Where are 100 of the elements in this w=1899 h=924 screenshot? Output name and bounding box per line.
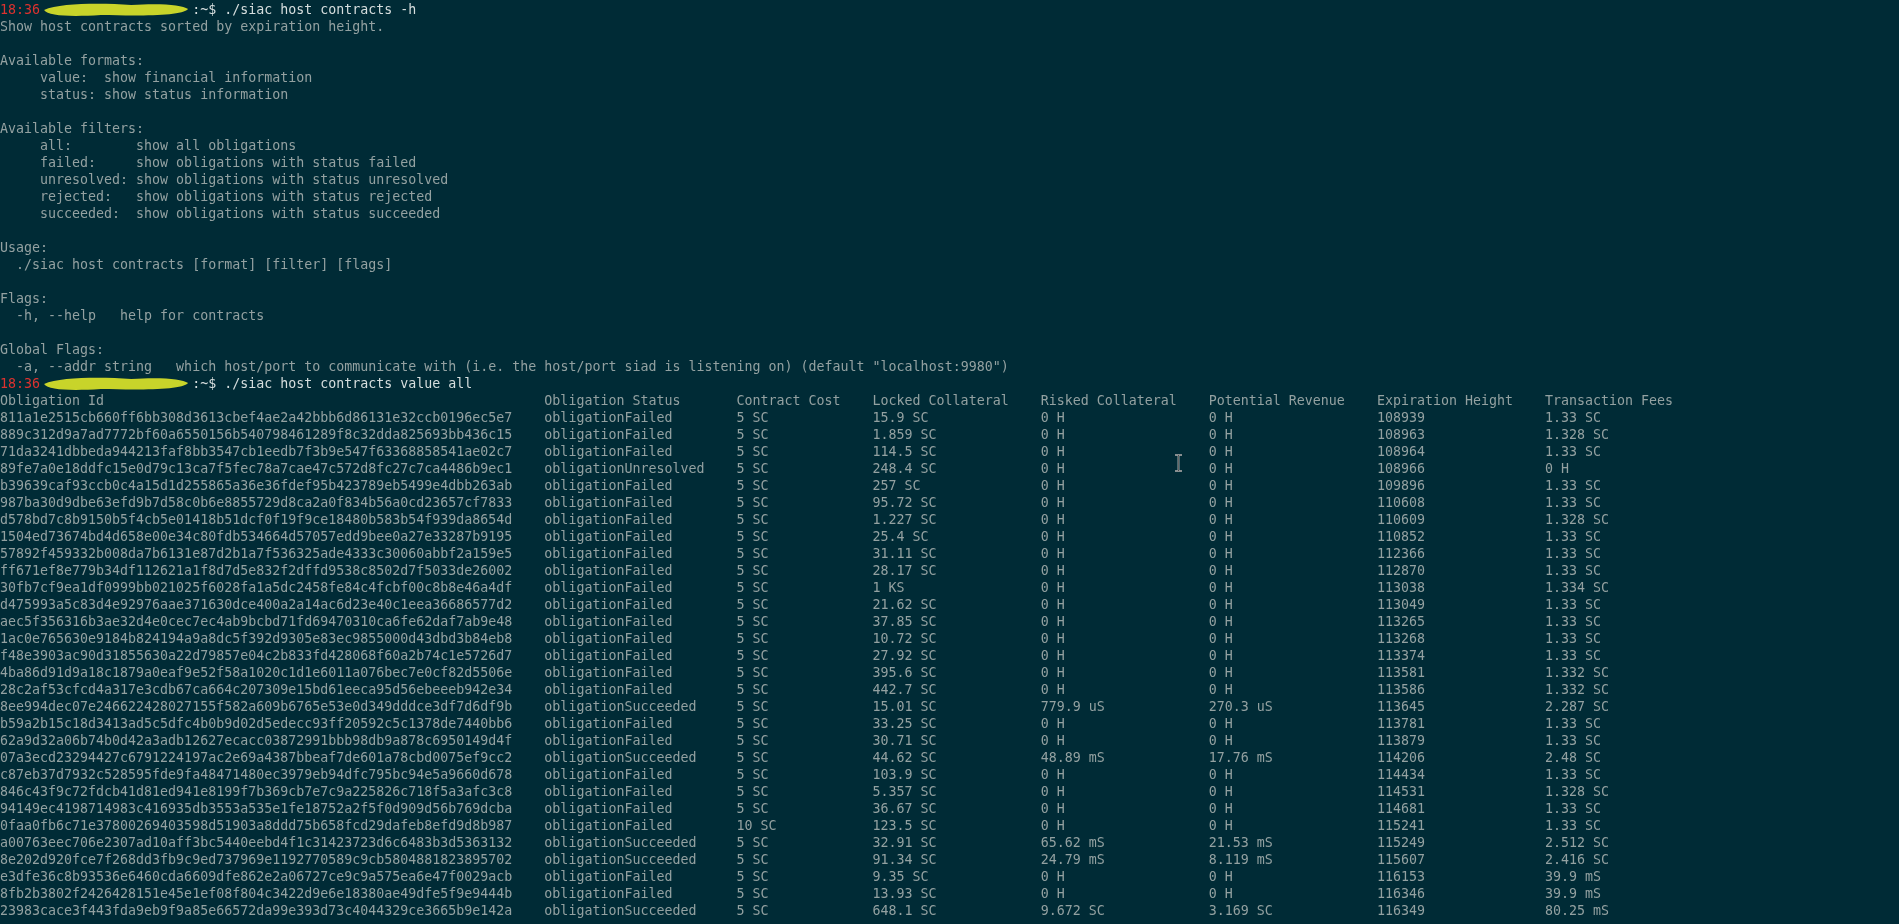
table-cell: 5 SC: [736, 716, 769, 731]
table-cell: 5 SC: [736, 614, 769, 629]
table-cell: 5 SC: [736, 580, 769, 595]
table-cell: 80.25 mS: [1545, 903, 1610, 918]
table-cell: 5 SC: [736, 801, 769, 816]
table-cell: 5 SC: [736, 733, 769, 748]
table-cell: 0 H: [1208, 818, 1233, 833]
table-cell: 0 H: [1208, 529, 1233, 544]
table-cell: 71da3241dbbeda944213faf8bb3547cb1eedb7f3b9e547f63368858541ae02c7: [0, 444, 513, 459]
table-cell: 114434: [1376, 767, 1425, 782]
table-cell: obligationFailed: [544, 716, 673, 731]
table-cell: 0 H: [1208, 869, 1233, 884]
table-cell: 5 SC: [736, 631, 769, 646]
table-cell: 0 H: [1040, 512, 1065, 527]
table-cell: 13.93 SC: [872, 886, 937, 901]
table-cell: obligationFailed: [544, 563, 673, 578]
table-cell: 1.33 SC: [1545, 614, 1602, 629]
table-cell: obligationFailed: [544, 648, 673, 663]
table-cell: 1.33 SC: [1545, 529, 1602, 544]
column-header: Potential Revenue: [1208, 393, 1345, 408]
table-cell: obligationFailed: [544, 682, 673, 697]
table-cell: 1.33 SC: [1545, 444, 1602, 459]
table-cell: 115241: [1376, 818, 1425, 833]
table-cell: 5 SC: [736, 784, 769, 799]
table-cell: 0 H: [1208, 784, 1233, 799]
table-cell: 27.92 SC: [872, 648, 937, 663]
table-cell: 0 H: [1040, 546, 1065, 561]
table-cell: 108963: [1376, 427, 1425, 442]
table-cell: 30.71 SC: [872, 733, 937, 748]
table-cell: 0 H: [1208, 444, 1233, 459]
table-cell: 5 SC: [736, 461, 769, 476]
table-cell: 8.119 mS: [1208, 852, 1273, 867]
table-cell: 5 SC: [736, 903, 769, 918]
table-cell: 889c312d9a7ad7772bf60a6550156b540798461289f8c32dda825693bb436c15: [0, 427, 513, 442]
text-cursor-icon: [1174, 454, 1183, 472]
table-cell: 5 SC: [736, 546, 769, 561]
table-cell: 1.227 SC: [872, 512, 937, 527]
help-text: unresolved: show obligations with status unresolved: [39, 171, 449, 188]
table-cell: 5 SC: [736, 478, 769, 493]
table-cell: 648.1 SC: [872, 903, 937, 918]
prompt-time: 18:36: [0, 375, 41, 392]
table-cell: 5 SC: [736, 410, 769, 425]
table-cell: d475993a5c83d4e92976aae371630dce400a2a14ac6d23e40c1eea36686577d2: [0, 597, 513, 612]
table-cell: 110609: [1376, 512, 1425, 527]
table-cell: 113038: [1376, 580, 1425, 595]
table-cell: 0 H: [1040, 886, 1065, 901]
table-cell: d578bd7c8b9150b5f4cb5e01418b51dcf0f19f9ce18480b583b54f939da8654d: [0, 512, 513, 527]
table-cell: 62a9d32a06b74b0d42a3adb12627ecacc03872991bbb98db9a878c6950149d4f: [0, 733, 513, 748]
table-cell: 0 H: [1208, 648, 1233, 663]
table-cell: 0 H: [1040, 461, 1065, 476]
column-header: Obligation Id: [0, 393, 105, 408]
table-cell: 0 H: [1040, 495, 1065, 510]
table-cell: 94149ec4198714983c416935db3553a535e1fe18752a2f5f0d909d56b769dcba: [0, 801, 513, 816]
table-cell: 9.672 SC: [1040, 903, 1105, 918]
table-cell: 257 SC: [872, 478, 921, 493]
column-header: Expiration Height: [1376, 393, 1513, 408]
table-cell: 1.328 SC: [1545, 427, 1610, 442]
table-cell: 32.91 SC: [872, 835, 937, 850]
table-cell: 123.5 SC: [872, 818, 937, 833]
table-cell: 1.332 SC: [1545, 665, 1610, 680]
table-cell: 1.33 SC: [1545, 563, 1602, 578]
table-cell: 1.33 SC: [1545, 478, 1602, 493]
table-cell: b39639caf93ccb0c4a15d1d255865a36e36fdef95b423789eb5499e4dbb263ab: [0, 478, 513, 493]
table-cell: 5 SC: [736, 665, 769, 680]
table-cell: 24.79 mS: [1040, 852, 1105, 867]
table-cell: 5 SC: [736, 869, 769, 884]
table-cell: 0 H: [1208, 563, 1233, 578]
table-cell: 113581: [1376, 665, 1425, 680]
table-cell: e3dfe36c8b93536e6460cda6609dfe862e2a06727ce9c9a575ea6e47f0029acb: [0, 869, 513, 884]
table-cell: 0 H: [1040, 665, 1065, 680]
table-cell: 1.33 SC: [1545, 597, 1602, 612]
table-cell: 9.35 SC: [872, 869, 929, 884]
table-cell: 0 H: [1208, 614, 1233, 629]
table-cell: obligationFailed: [544, 529, 673, 544]
table-cell: 0 H: [1208, 478, 1233, 493]
table-cell: 2.48 SC: [1545, 750, 1602, 765]
table-cell: 0 H: [1208, 495, 1233, 510]
table-cell: 1.33 SC: [1545, 546, 1602, 561]
help-text: rejected: show obligations with status rejected: [39, 188, 433, 205]
table-cell: 0 H: [1040, 733, 1065, 748]
table-cell: 110852: [1376, 529, 1425, 544]
table-cell: 3.169 SC: [1208, 903, 1273, 918]
help-text: Flags:: [0, 290, 49, 307]
table-cell: 108939: [1376, 410, 1425, 425]
table-cell: 0 H: [1040, 682, 1065, 697]
table-cell: 1.859 SC: [872, 427, 937, 442]
help-text: -h, --help help for contracts: [15, 307, 265, 324]
table-cell: 5 SC: [736, 750, 769, 765]
help-text: failed: show obligations with status failed: [39, 154, 417, 171]
table-cell: 113268: [1376, 631, 1425, 646]
table-cell: 114206: [1376, 750, 1425, 765]
help-text: Show host contracts sorted by expiration height.: [0, 18, 385, 35]
table-cell: obligationSucceeded: [544, 835, 697, 850]
table-cell: 0 H: [1208, 801, 1233, 816]
column-header: Transaction Fees: [1545, 393, 1674, 408]
table-cell: 0 H: [1040, 818, 1065, 833]
table-cell: 5 SC: [736, 835, 769, 850]
table-cell: 28.17 SC: [872, 563, 937, 578]
table-cell: 1ac0e765630e9184b824194a9a8dc5f392d9305e83ec9855000d43dbd3b84eb8: [0, 631, 513, 646]
table-cell: 0 H: [1040, 614, 1065, 629]
